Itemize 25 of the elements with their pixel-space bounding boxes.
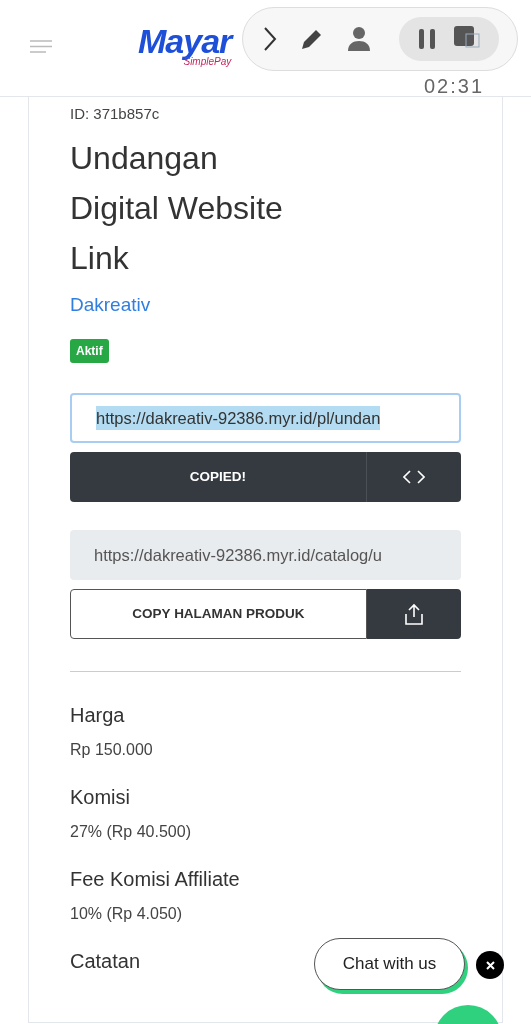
copy-product-page-button[interactable]: COPY HALAMAN PRODUK [70,589,367,639]
detail-value: Rp 150.000 [70,740,154,760]
product-id: ID: 371b857c [70,104,161,124]
person-icon[interactable] [347,26,371,52]
chevron-right-icon[interactable] [263,26,277,52]
status-badge: Aktif [70,339,109,363]
code-icon [403,470,425,484]
product-page-field[interactable]: https://dakreativ-92386.myr.id/catalog/u [70,530,461,580]
detail-label: Fee Komisi Affiliate [70,867,240,892]
detail-label: Harga [70,703,125,728]
detail-label: Komisi [70,785,130,810]
seller-link[interactable]: Dakreativ [70,290,151,319]
recording-timer: 02:31 [424,76,485,96]
detail-value: 27% (Rp 40.500) [70,822,192,842]
link-field[interactable]: https://dakreativ-92386.myr.id/pl/undan [70,393,461,443]
close-icon [485,960,495,970]
pause-icon[interactable] [418,28,436,50]
share-button[interactable] [367,589,461,639]
detail-value: 10% (Rp 4.050) [70,904,184,924]
copy-link-button[interactable]: COPIED! [70,452,367,502]
product-title: Undangan Digital Website Link [70,138,284,278]
close-button[interactable] [476,951,504,979]
detail-label: Catatan [70,949,141,974]
share-icon [405,603,423,625]
logo: Mayar [138,24,232,58]
